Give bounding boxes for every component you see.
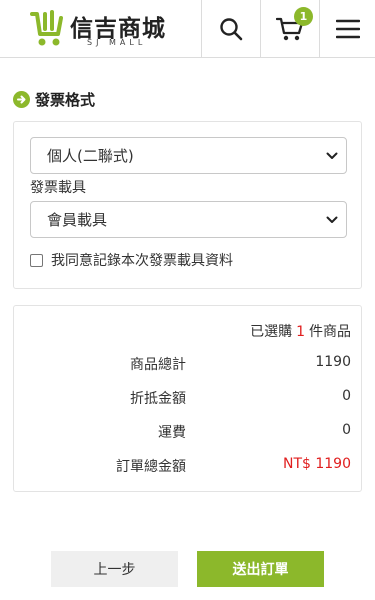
search-icon <box>219 17 242 40</box>
invoice-carrier-select[interactable]: 會員載具 <box>30 201 347 238</box>
invoice-panel: 個人(二聯式) 發票載具 會員載具 我同意記錄本次發票載具資料 <box>13 121 362 289</box>
order-total-value: NT$ 1190 <box>282 456 351 472</box>
subtotal-value: 1190 <box>315 354 351 370</box>
order-total-row: 訂單總金額 NT$ 1190 <box>14 456 361 476</box>
arrow-right-circle-icon <box>13 90 30 108</box>
subtotal-label: 商品總計 <box>130 357 186 373</box>
order-total-label: 訂單總金額 <box>116 459 186 475</box>
brand-subtitle: SJ MALL <box>87 38 147 47</box>
agree-carrier-checkbox-row[interactable]: 我同意記錄本次發票載具資料 <box>30 250 233 270</box>
selected-items-count: 已選購 1 件商品 <box>250 321 351 341</box>
chevron-down-icon <box>326 152 338 159</box>
cart-count-badge: 1 <box>294 7 313 26</box>
selected-prefix: 已選購 <box>250 324 293 340</box>
submit-order-button[interactable]: 送出訂單 <box>197 551 324 587</box>
search-button[interactable] <box>201 0 259 57</box>
menu-button[interactable] <box>319 0 375 57</box>
shipping-row: 運費 0 <box>14 422 361 442</box>
hamburger-menu-icon <box>335 19 360 38</box>
discount-label: 折抵金額 <box>130 391 186 407</box>
discount-row: 折抵金額 0 <box>14 388 361 408</box>
selected-count-number: 1 <box>296 324 305 340</box>
brand-logo[interactable]: 信吉商城 SJ MALL <box>30 8 180 50</box>
cart-button[interactable]: 1 <box>260 0 318 57</box>
subtotal-row: 商品總計 1190 <box>14 354 361 374</box>
shipping-label: 運費 <box>158 425 186 441</box>
invoice-carrier-label: 發票載具 <box>30 180 86 196</box>
invoice-carrier-value: 會員載具 <box>47 211 108 229</box>
discount-value: 0 <box>342 388 351 404</box>
invoice-section-title: 發票格式 <box>13 88 95 110</box>
order-summary-panel: 已選購 1 件商品 商品總計 1190 折抵金額 0 運費 0 訂單總金額 NT$ … <box>13 305 362 492</box>
selected-suffix: 件商品 <box>309 324 351 340</box>
shipping-value: 0 <box>342 422 351 438</box>
app-header: 信吉商城 SJ MALL 1 <box>0 0 375 58</box>
invoice-format-select[interactable]: 個人(二聯式) <box>30 137 347 174</box>
sj-mall-logo-icon <box>30 10 63 46</box>
section-title-label: 發票格式 <box>35 90 96 109</box>
invoice-format-value: 個人(二聯式) <box>47 147 134 165</box>
agree-checkbox[interactable] <box>30 253 43 267</box>
previous-step-button[interactable]: 上一步 <box>51 551 178 587</box>
agree-checkbox-label: 我同意記錄本次發票載具資料 <box>51 253 233 269</box>
chevron-down-icon <box>326 216 338 223</box>
